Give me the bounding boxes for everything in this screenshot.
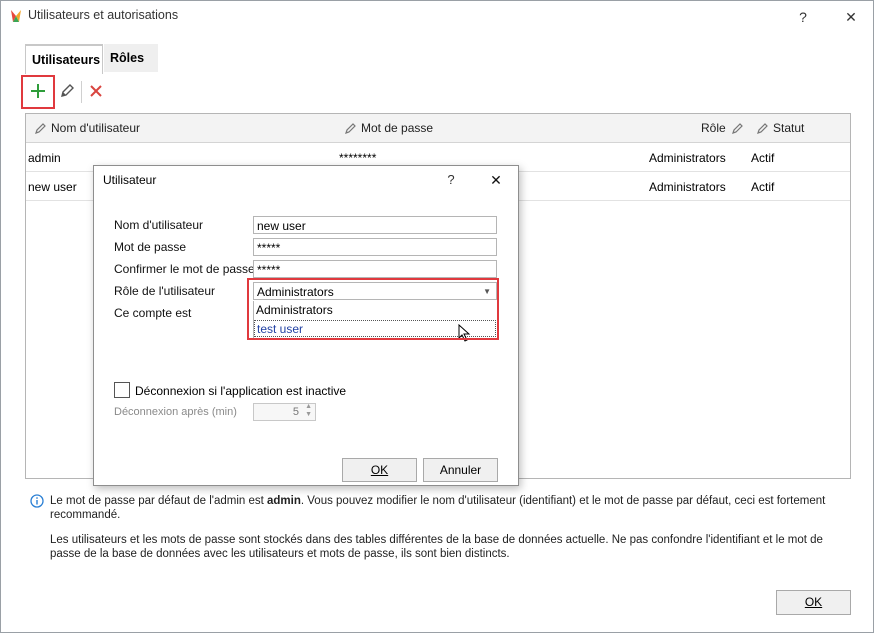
cell-username: admin [28, 151, 61, 165]
dialog-close-button[interactable]: ✕ [488, 172, 504, 189]
add-user-button[interactable] [21, 75, 55, 109]
window-title: Utilisateurs et autorisations [28, 8, 179, 22]
cell-username: new user [28, 180, 77, 194]
dialog-help-button[interactable]: ? [443, 172, 459, 187]
logout-after-label: Déconnexion après (min) [114, 406, 237, 418]
col-status-header[interactable]: Statut [757, 121, 804, 135]
app-logo-icon [9, 9, 23, 26]
stepper-arrows-icon[interactable]: ▲ ▼ [305, 403, 312, 419]
tab-roles[interactable]: Rôles [104, 44, 158, 72]
cell-status: Actif [751, 151, 775, 165]
col-password-header[interactable]: Mot de passe [345, 121, 433, 135]
ok-button[interactable]: OK [776, 590, 851, 615]
plus-icon [31, 84, 45, 98]
pencil-icon [61, 84, 74, 97]
delete-x-icon [90, 85, 102, 97]
edit-user-button[interactable] [52, 77, 82, 107]
logout-after-stepper[interactable]: 5 ▲ ▼ [253, 403, 316, 421]
dialog-ok-button[interactable]: OK [342, 458, 417, 482]
pencil-icon [732, 123, 743, 134]
cell-role: Administrators [649, 151, 726, 165]
username-label: Nom d'utilisateur [114, 218, 203, 232]
confirm-password-label: Confirmer le mot de passe [114, 262, 255, 276]
password-label: Mot de passe [114, 240, 187, 254]
logout-inactive-label: Déconnexion si l'application est inactiv… [135, 384, 347, 398]
info-paragraph-2: Les utilisateurs et les mots de passe so… [50, 534, 823, 560]
help-button[interactable]: ? [791, 6, 815, 28]
cell-role: Administrators [649, 180, 726, 194]
delete-user-button[interactable] [81, 77, 111, 107]
dialog-title: Utilisateur [103, 173, 157, 187]
tab-utilisateurs[interactable]: Utilisateurs [25, 44, 103, 74]
dialog-cancel-button[interactable]: Annuler [423, 458, 498, 482]
role-dropdown-highlight [247, 278, 499, 340]
pencil-icon [35, 123, 46, 134]
close-window-button[interactable]: ✕ [839, 6, 863, 28]
info-icon [30, 494, 44, 511]
cell-password: ******** [339, 151, 377, 165]
username-field[interactable]: new user [253, 216, 497, 234]
pencil-icon [757, 123, 768, 134]
info-paragraph-1: Le mot de passe par défaut de l'admin es… [50, 495, 826, 521]
col-role-header[interactable]: Rôle [701, 121, 748, 135]
logout-inactive-checkbox[interactable] [114, 382, 130, 398]
cell-status: Actif [751, 180, 775, 194]
account-label: Ce compte est [114, 306, 192, 320]
pencil-icon [345, 123, 356, 134]
confirm-password-field[interactable]: ***** [253, 260, 497, 278]
role-label: Rôle de l'utilisateur [114, 284, 216, 298]
grid-header: Nom d'utilisateur Mot de passe Rôle Stat… [26, 114, 850, 143]
password-field[interactable]: ***** [253, 238, 497, 256]
col-username-header[interactable]: Nom d'utilisateur [35, 121, 140, 135]
